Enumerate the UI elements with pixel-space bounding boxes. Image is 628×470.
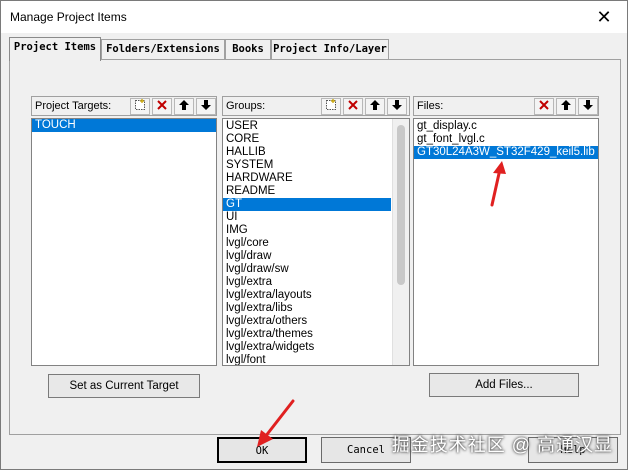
- list-item[interactable]: gt_font_lvgl.c: [414, 133, 598, 146]
- groups-label: Groups:: [226, 100, 266, 112]
- list-item[interactable]: IMG: [223, 224, 391, 237]
- files-label: Files:: [417, 100, 444, 112]
- list-item[interactable]: lvgl/extra/themes: [223, 328, 391, 341]
- list-item[interactable]: lvgl/extra/others: [223, 315, 391, 328]
- files-header: Files:: [413, 96, 599, 116]
- list-item[interactable]: GT: [223, 198, 391, 211]
- list-item[interactable]: UI: [223, 211, 391, 224]
- annotation-arrow-icon: [490, 161, 506, 207]
- delete-icon[interactable]: [152, 98, 172, 115]
- files-group: Files: gt_display.c gt_font_lvgl.c GT30L…: [413, 96, 599, 378]
- list-item[interactable]: lvgl/core: [223, 237, 391, 250]
- move-up-icon[interactable]: [174, 98, 194, 115]
- tab-folders-extensions[interactable]: Folders/Extensions: [101, 39, 225, 60]
- move-up-icon[interactable]: [556, 98, 576, 115]
- tab-books[interactable]: Books: [225, 39, 271, 60]
- list-item[interactable]: lvgl/draw: [223, 250, 391, 263]
- list-item[interactable]: USER: [223, 120, 391, 133]
- annotation-arrow-icon: [257, 399, 295, 447]
- tab-project-items[interactable]: Project Items: [9, 37, 101, 61]
- new-icon[interactable]: [130, 98, 150, 115]
- list-item[interactable]: lvgl/extra/libs: [223, 302, 391, 315]
- scrollbar-thumb[interactable]: [397, 125, 405, 285]
- project-targets-list[interactable]: TOUCH: [31, 118, 217, 366]
- list-item[interactable]: SYSTEM: [223, 159, 391, 172]
- move-down-icon[interactable]: [196, 98, 216, 115]
- title-bar: Manage Project Items ✕: [1, 1, 627, 33]
- list-item[interactable]: gt_display.c: [414, 120, 598, 133]
- set-as-current-target-button[interactable]: Set as Current Target: [48, 374, 200, 398]
- window-title: Manage Project Items: [10, 10, 127, 24]
- new-icon[interactable]: [321, 98, 341, 115]
- project-targets-header: Project Targets:: [31, 96, 217, 116]
- groups-group: Groups: USER CORE HALLIB SYSTEM HARDWARE…: [222, 96, 410, 378]
- files-list[interactable]: gt_display.c gt_font_lvgl.c GT30L24A3W_S…: [413, 118, 599, 366]
- groups-list[interactable]: USER CORE HALLIB SYSTEM HARDWARE README …: [222, 118, 410, 366]
- tab-panel-project-items: Project Targets: TOUCH Groups: USER CORE…: [9, 59, 621, 435]
- list-item[interactable]: README: [223, 185, 391, 198]
- tab-project-info-layer[interactable]: Project Info/Layer: [271, 39, 389, 60]
- move-down-icon[interactable]: [578, 98, 598, 115]
- list-item[interactable]: lvgl/extra: [223, 276, 391, 289]
- delete-icon[interactable]: [534, 98, 554, 115]
- list-item[interactable]: HALLIB: [223, 146, 391, 159]
- project-targets-label: Project Targets:: [35, 100, 112, 112]
- list-item[interactable]: lvgl/draw/sw: [223, 263, 391, 276]
- list-item[interactable]: CORE: [223, 133, 391, 146]
- list-item[interactable]: lvgl/extra/layouts: [223, 289, 391, 302]
- watermark: 掘金技术社区 @ 高通汉显: [391, 435, 613, 455]
- groups-scrollbar[interactable]: [392, 119, 409, 365]
- project-targets-group: Project Targets: TOUCH: [31, 96, 217, 378]
- delete-icon[interactable]: [343, 98, 363, 115]
- list-item[interactable]: TOUCH: [32, 119, 216, 132]
- move-up-icon[interactable]: [365, 98, 385, 115]
- manage-project-items-dialog: Manage Project Items ✕ Project Items Fol…: [0, 0, 628, 470]
- add-files-button[interactable]: Add Files...: [429, 373, 579, 397]
- close-icon[interactable]: ✕: [585, 3, 623, 31]
- list-item[interactable]: GT30L24A3W_ST32F429_keil5.lib: [414, 146, 598, 159]
- list-item[interactable]: lvgl/extra/widgets: [223, 341, 391, 354]
- list-item[interactable]: lvgl/font: [223, 354, 391, 365]
- list-item[interactable]: HARDWARE: [223, 172, 391, 185]
- move-down-icon[interactable]: [387, 98, 407, 115]
- groups-header: Groups:: [222, 96, 410, 116]
